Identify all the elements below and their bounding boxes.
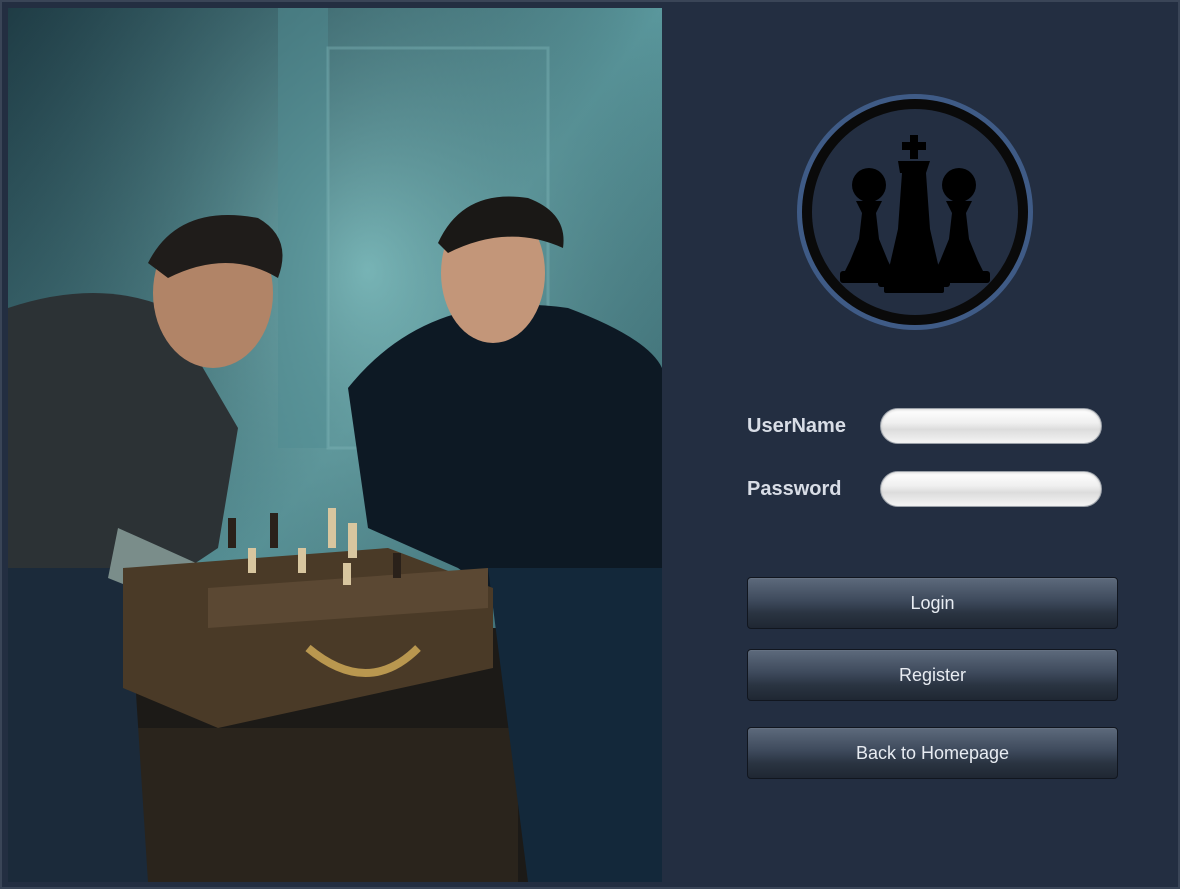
chess-pieces-icon <box>797 94 1033 330</box>
chess-players-photo <box>8 8 662 882</box>
password-label: Password <box>747 478 842 500</box>
login-window: UserName Password Login Register Back to… <box>0 0 1180 889</box>
register-button[interactable]: Register <box>747 649 1118 701</box>
password-input[interactable] <box>880 471 1102 507</box>
username-input[interactable] <box>880 408 1102 444</box>
username-label: UserName <box>747 415 846 437</box>
login-button[interactable]: Login <box>747 577 1118 629</box>
back-to-homepage-button[interactable]: Back to Homepage <box>747 727 1118 779</box>
